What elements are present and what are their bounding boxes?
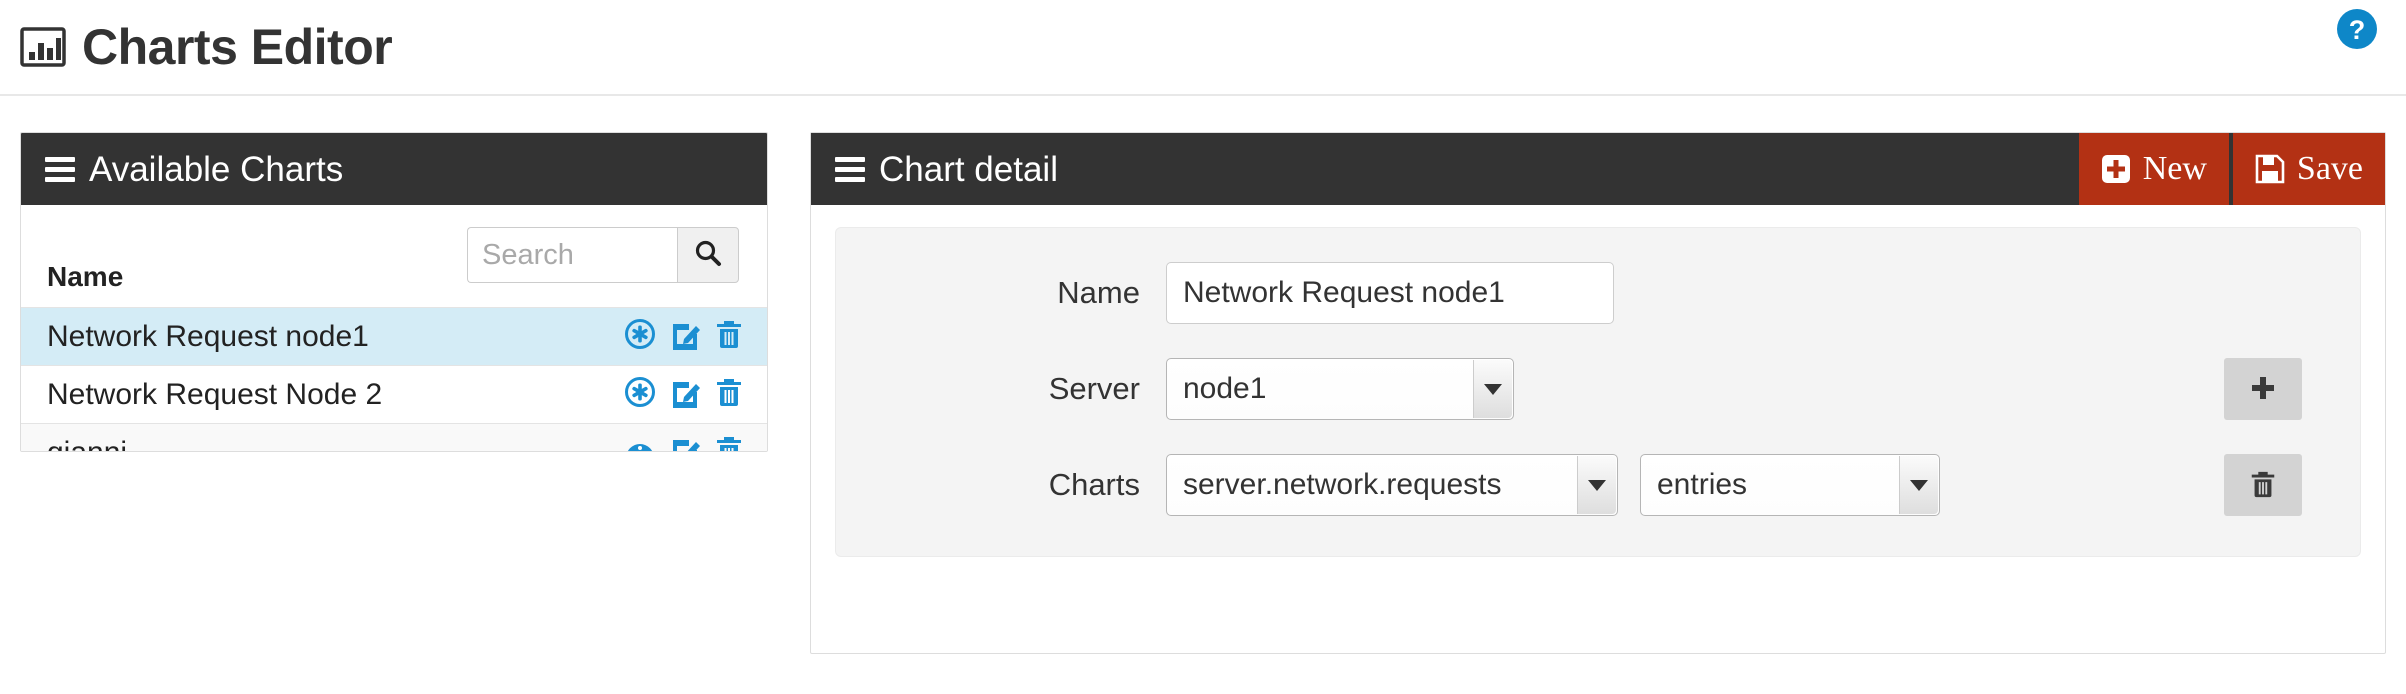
name-label: Name xyxy=(1057,275,1140,310)
chevron-down-icon xyxy=(1577,456,1616,514)
table-row[interactable]: Network Request node1 xyxy=(21,307,767,366)
chart-detail-form: Name Server node1 xyxy=(835,227,2361,557)
compass-icon[interactable] xyxy=(624,318,656,355)
available-charts-title-group: Available Charts xyxy=(45,152,343,187)
chart-name-cell: gianni xyxy=(47,435,128,452)
search-group xyxy=(467,227,739,283)
search-button[interactable] xyxy=(677,227,739,283)
form-row-server: Server node1 xyxy=(836,358,2360,420)
chart-name-cell: Network Request Node 2 xyxy=(47,377,383,411)
chart-actions-cell xyxy=(564,308,767,366)
charts-table-body: Network Request node1 Network Request No… xyxy=(21,307,767,452)
charts-label: Charts xyxy=(1048,467,1140,502)
chart-name-cell: Network Request node1 xyxy=(47,319,369,353)
search-icon xyxy=(693,238,723,273)
available-charts-header: Available Charts xyxy=(21,133,767,205)
chart-detail-actions: New Save xyxy=(2078,133,2385,205)
table-row[interactable]: Network Request Node 2 xyxy=(21,365,767,424)
delete-icon[interactable] xyxy=(713,318,745,355)
chart-actions-cell xyxy=(564,424,767,451)
metric-unit-select-value: entries xyxy=(1657,468,1748,501)
chart-detail-title-label: Chart detail xyxy=(879,149,1058,189)
new-button-label: New xyxy=(2142,150,2207,187)
save-button-label: Save xyxy=(2296,150,2363,187)
chart-detail-panel: Chart detail New Save Name Network Reque… xyxy=(810,132,2386,654)
server-select[interactable]: node1 xyxy=(1166,358,1514,420)
help-circle-icon[interactable]: ? xyxy=(2336,8,2378,50)
chart-detail-header: Chart detail New Save xyxy=(811,133,2385,205)
server-label: Server xyxy=(1048,371,1140,406)
plus-square-icon xyxy=(2101,154,2131,184)
search-input[interactable] xyxy=(467,227,677,283)
chart-metric-select[interactable]: server.network.requests xyxy=(1166,454,1618,516)
hamburger-icon[interactable] xyxy=(45,156,75,182)
app-header: Charts Editor ? xyxy=(0,0,2406,96)
dashboard-icon[interactable] xyxy=(624,434,656,451)
svg-text:?: ? xyxy=(2349,15,2366,45)
chart-detail-body: Name Server node1 xyxy=(811,205,2385,579)
table-row[interactable]: gianni xyxy=(21,423,767,452)
edit-icon[interactable] xyxy=(669,318,701,355)
available-charts-panel: Available Charts Nam xyxy=(20,132,768,452)
form-row-charts: Charts server.network.requests entries xyxy=(836,454,2360,516)
delete-chart-button[interactable] xyxy=(2224,454,2302,516)
chart-actions-cell xyxy=(564,366,767,424)
new-button[interactable]: New xyxy=(2078,133,2229,205)
chart-detail-title-group: Chart detail xyxy=(835,152,1058,187)
form-row-name: Name xyxy=(836,262,2360,324)
page-body: Available Charts Nam xyxy=(0,96,2406,654)
name-input[interactable] xyxy=(1166,262,1614,324)
metric-unit-select[interactable]: entries xyxy=(1640,454,1940,516)
edit-icon[interactable] xyxy=(669,376,701,413)
server-select-value: node1 xyxy=(1183,372,1267,405)
chevron-down-icon xyxy=(1899,456,1938,514)
page-title: Charts Editor xyxy=(82,19,393,75)
plus-icon xyxy=(2248,373,2278,406)
save-button[interactable]: Save xyxy=(2232,133,2385,205)
chart-metric-select-value: server.network.requests xyxy=(1183,468,1502,501)
delete-icon[interactable] xyxy=(713,434,745,451)
add-chart-button[interactable] xyxy=(2224,358,2302,420)
hamburger-icon[interactable] xyxy=(835,156,865,182)
compass-icon[interactable] xyxy=(624,376,656,413)
edit-icon[interactable] xyxy=(669,434,701,451)
bar-chart-icon xyxy=(20,27,66,67)
trash-icon xyxy=(2248,469,2278,502)
charts-table: Network Request node1 Network Request No… xyxy=(21,307,767,452)
floppy-disk-icon xyxy=(2255,154,2285,184)
delete-icon[interactable] xyxy=(713,376,745,413)
available-charts-title-label: Available Charts xyxy=(89,149,344,189)
chevron-down-icon xyxy=(1473,360,1512,418)
app-title-group: Charts Editor xyxy=(20,19,393,75)
available-charts-body: Name Network Request node1 xyxy=(21,205,767,452)
